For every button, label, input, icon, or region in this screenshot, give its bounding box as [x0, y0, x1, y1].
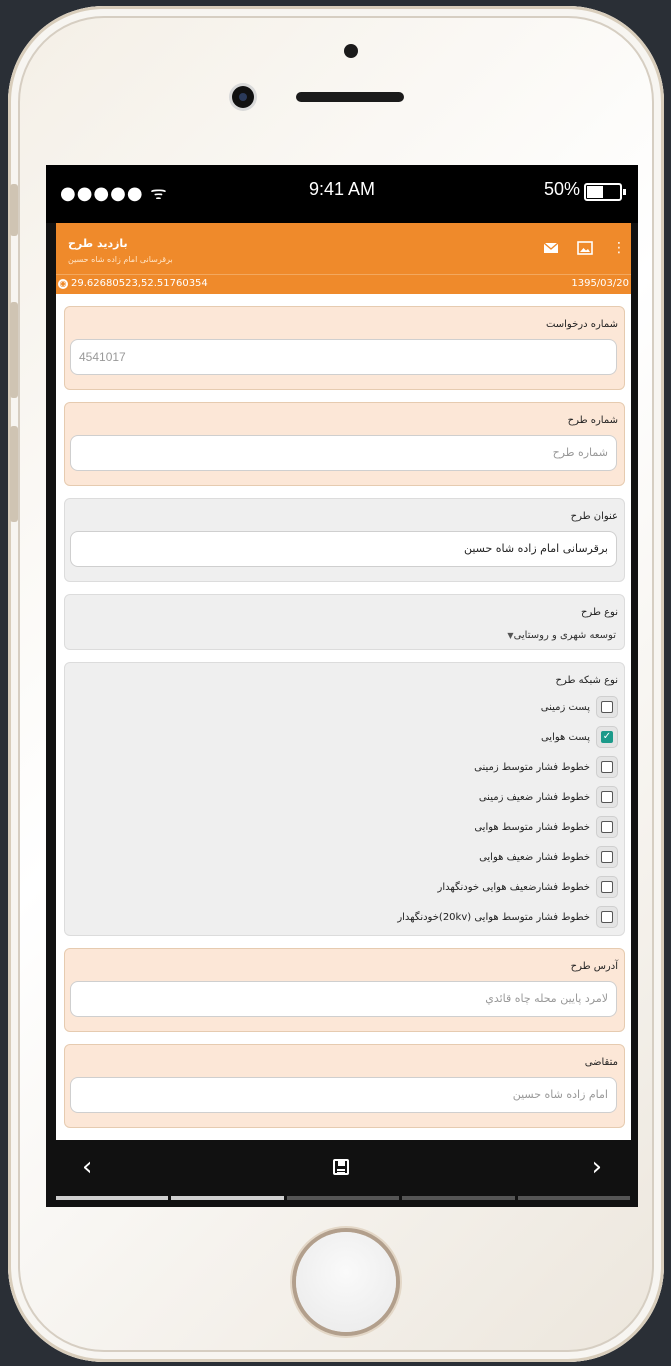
location-bar: ◉ 29.62680523,52.51760354 1395/03/20 — [56, 274, 631, 294]
plan-number-card: شماره طرح شماره طرح — [64, 402, 625, 486]
checkbox-label: خطوط فشار ضعیف زمینی — [478, 791, 590, 803]
status-bar: ●●●●● ᯤ 9:41 AM 50% — [46, 165, 638, 223]
plan-address-card: آدرس طرح لامرد پایین محله چاه قائدي — [64, 948, 625, 1032]
checkbox-label: پست هوایی — [540, 731, 590, 743]
plan-address-label: آدرس طرح — [570, 961, 618, 972]
checkbox-label: پست زمینی — [540, 701, 590, 713]
page-subtitle: برقرسانی امام زاده شاه حسین — [68, 255, 173, 264]
checkbox-unchecked-icon — [601, 761, 613, 773]
mail-icon[interactable] — [543, 240, 559, 256]
plan-title-label: عنوان طرح — [570, 511, 618, 522]
gps-coordinates: 29.62680523,52.51760354 — [71, 278, 208, 289]
volume-down-button — [10, 426, 18, 522]
applicant-label: متقاضی — [584, 1057, 618, 1068]
plan-type-select[interactable]: توسعه شهری و روستایی▼ — [503, 630, 616, 641]
checkbox[interactable] — [596, 906, 618, 928]
plan-title-field[interactable]: برقرسانی امام زاده شاه حسین — [70, 531, 617, 567]
next-button[interactable]: › — [592, 1154, 602, 1180]
progress-step — [171, 1196, 284, 1200]
checkbox[interactable] — [596, 816, 618, 838]
plan-type-label: نوع طرح — [580, 607, 618, 618]
checkbox-unchecked-icon — [601, 911, 613, 923]
checkbox-unchecked-icon — [601, 821, 613, 833]
home-button[interactable] — [296, 1232, 396, 1332]
mute-switch — [10, 184, 18, 236]
front-camera — [232, 86, 254, 108]
checkbox-checked-icon: ✓ — [601, 731, 613, 743]
network-type-label: نوع شبکه طرح — [555, 675, 619, 686]
more-vertical-icon[interactable]: ⋮ — [611, 240, 627, 256]
checkbox-row[interactable]: خطوط فشار متوسط زمینی — [474, 754, 618, 780]
checkbox[interactable] — [596, 786, 618, 808]
checkbox-unchecked-icon — [601, 791, 613, 803]
request-number-label: شماره درخواست — [545, 319, 618, 330]
checkbox-label: خطوط فشار ضعیف هوایی — [479, 851, 590, 863]
plan-title-card: عنوان طرح برقرسانی امام زاده شاه حسین — [64, 498, 625, 582]
checkbox-row[interactable]: خطوط فشار متوسط هوایی — [474, 814, 618, 840]
save-icon[interactable] — [333, 1159, 349, 1175]
checkbox-unchecked-icon — [601, 701, 613, 713]
location-pin-icon: ◉ — [58, 279, 68, 289]
gps-readout: ◉ 29.62680523,52.51760354 — [58, 278, 208, 289]
checkbox-label: خطوط فشار متوسط هوایی — [474, 821, 590, 833]
proximity-sensor — [344, 44, 358, 58]
checkbox-label: خطوط فشار متوسط زمینی — [474, 761, 590, 773]
bottom-nav: ‹ › — [46, 1140, 638, 1207]
checkbox-row[interactable]: خطوط فشار ضعیف زمینی — [479, 784, 618, 810]
checkbox-row[interactable]: پست زمینی — [541, 694, 618, 720]
checkbox-row[interactable]: خطوط فشار متوسط هوایی (20kv)خودنگهدار — [397, 904, 618, 930]
applicant-field[interactable]: امام زاده شاه حسین — [70, 1077, 617, 1113]
applicant-card: متقاضی امام زاده شاه حسین — [64, 1044, 625, 1128]
progress-step — [286, 1196, 400, 1200]
request-number-card: شماره درخواست 4541017 — [64, 306, 625, 390]
previous-button[interactable]: ‹ — [82, 1154, 92, 1180]
earpiece-speaker — [296, 92, 404, 102]
checkbox[interactable] — [596, 756, 618, 778]
image-icon[interactable] — [577, 240, 593, 256]
checkbox-label: خطوط فشار متوسط هوایی (20kv)خودنگهدار — [397, 911, 590, 923]
battery-icon — [584, 183, 626, 201]
battery-percent: 50% — [543, 179, 580, 199]
visit-date: 1395/03/20 — [571, 278, 629, 289]
device-screen: ●●●●● ᯤ 9:41 AM 50% ⋮ بازدید طرح برقرسان… — [46, 165, 638, 1207]
progress-step — [402, 1196, 515, 1200]
plan-number-label: شماره طرح — [567, 415, 618, 426]
checkbox[interactable] — [596, 696, 618, 718]
checkbox-label: خطوط فشارضعیف هوایی خودنگهدار — [437, 881, 590, 893]
checkbox[interactable]: ✓ — [596, 726, 618, 748]
plan-type-value: توسعه شهری و روستایی — [513, 630, 616, 641]
progress-step — [56, 1196, 169, 1200]
plan-number-field[interactable]: شماره طرح — [70, 435, 617, 471]
request-number-field[interactable]: 4541017 — [70, 339, 617, 375]
app-content: ⋮ بازدید طرح برقرسانی امام زاده شاه حسین… — [56, 223, 631, 1140]
page-title: بازدید طرح — [68, 237, 128, 250]
plan-address-field[interactable]: لامرد پایین محله چاه قائدي — [70, 981, 617, 1017]
progress-step — [517, 1196, 631, 1200]
checkbox-unchecked-icon — [601, 851, 613, 863]
checkbox[interactable] — [596, 846, 618, 868]
checkbox-row[interactable]: خطوط فشارضعیف هوایی خودنگهدار — [437, 874, 618, 900]
checkbox-unchecked-icon — [601, 881, 613, 893]
app-bar: ⋮ بازدید طرح برقرسانی امام زاده شاه حسین — [56, 223, 631, 274]
checkbox-row[interactable]: خطوط فشار ضعیف هوایی — [479, 844, 618, 870]
checkbox-row[interactable]: ✓ پست هوایی — [541, 724, 618, 750]
plan-type-card: نوع طرح توسعه شهری و روستایی▼ — [64, 594, 625, 650]
network-type-card: نوع شبکه طرح پست زمینی ✓ پست هوایی خطوط … — [64, 662, 625, 936]
volume-up-button — [10, 302, 18, 398]
step-progress — [56, 1196, 631, 1200]
checkbox[interactable] — [596, 876, 618, 898]
